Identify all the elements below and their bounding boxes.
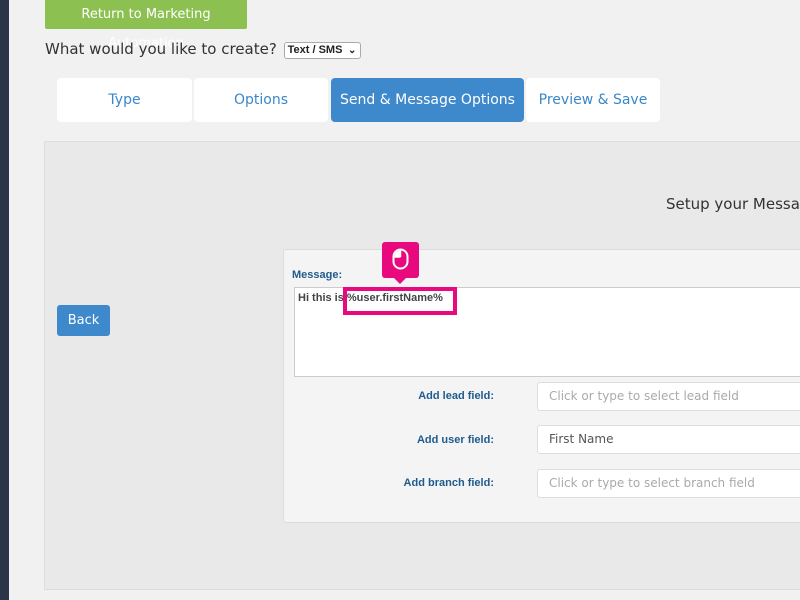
lead-field-input[interactable]: Click or type to select lead field xyxy=(537,382,800,411)
wizard-tabs: Type Options Send & Message Options Prev… xyxy=(57,78,661,122)
lead-field-label: Add lead field: xyxy=(418,390,494,402)
click-indicator-badge xyxy=(382,242,419,284)
tab-preview-save[interactable]: Preview & Save xyxy=(526,78,660,122)
tab-send-message-options[interactable]: Send & Message Options xyxy=(331,78,524,122)
chevron-down-icon: ⌄ xyxy=(348,45,357,56)
back-button[interactable]: Back xyxy=(57,305,110,336)
create-type-value: Text / SMS xyxy=(287,44,343,56)
create-prompt: What would you like to create? xyxy=(45,40,277,58)
branch-field-input[interactable]: Click or type to select branch field xyxy=(537,469,800,498)
user-field-input[interactable]: First Name xyxy=(537,425,800,454)
token-highlight-box xyxy=(343,287,457,315)
create-row: What would you like to create? Text / SM… xyxy=(45,40,362,60)
content-panel: Setup your Messag Back Message: Hi this … xyxy=(44,141,800,590)
return-to-marketing-automation-button[interactable]: Return to Marketing Automation xyxy=(45,0,247,51)
branch-field-label: Add branch field: xyxy=(403,477,494,489)
panel-title: Setup your Messag xyxy=(666,195,800,213)
tab-options[interactable]: Options xyxy=(194,78,328,122)
create-type-select[interactable]: Text / SMS ⌄ xyxy=(283,42,362,59)
user-field-label: Add user field: xyxy=(416,434,494,446)
message-prefix-text: Hi this is xyxy=(298,292,344,304)
message-label: Message: xyxy=(292,269,343,281)
tab-type[interactable]: Type xyxy=(57,78,192,122)
left-sidebar-rail xyxy=(0,0,9,600)
mouse-icon xyxy=(392,248,409,270)
